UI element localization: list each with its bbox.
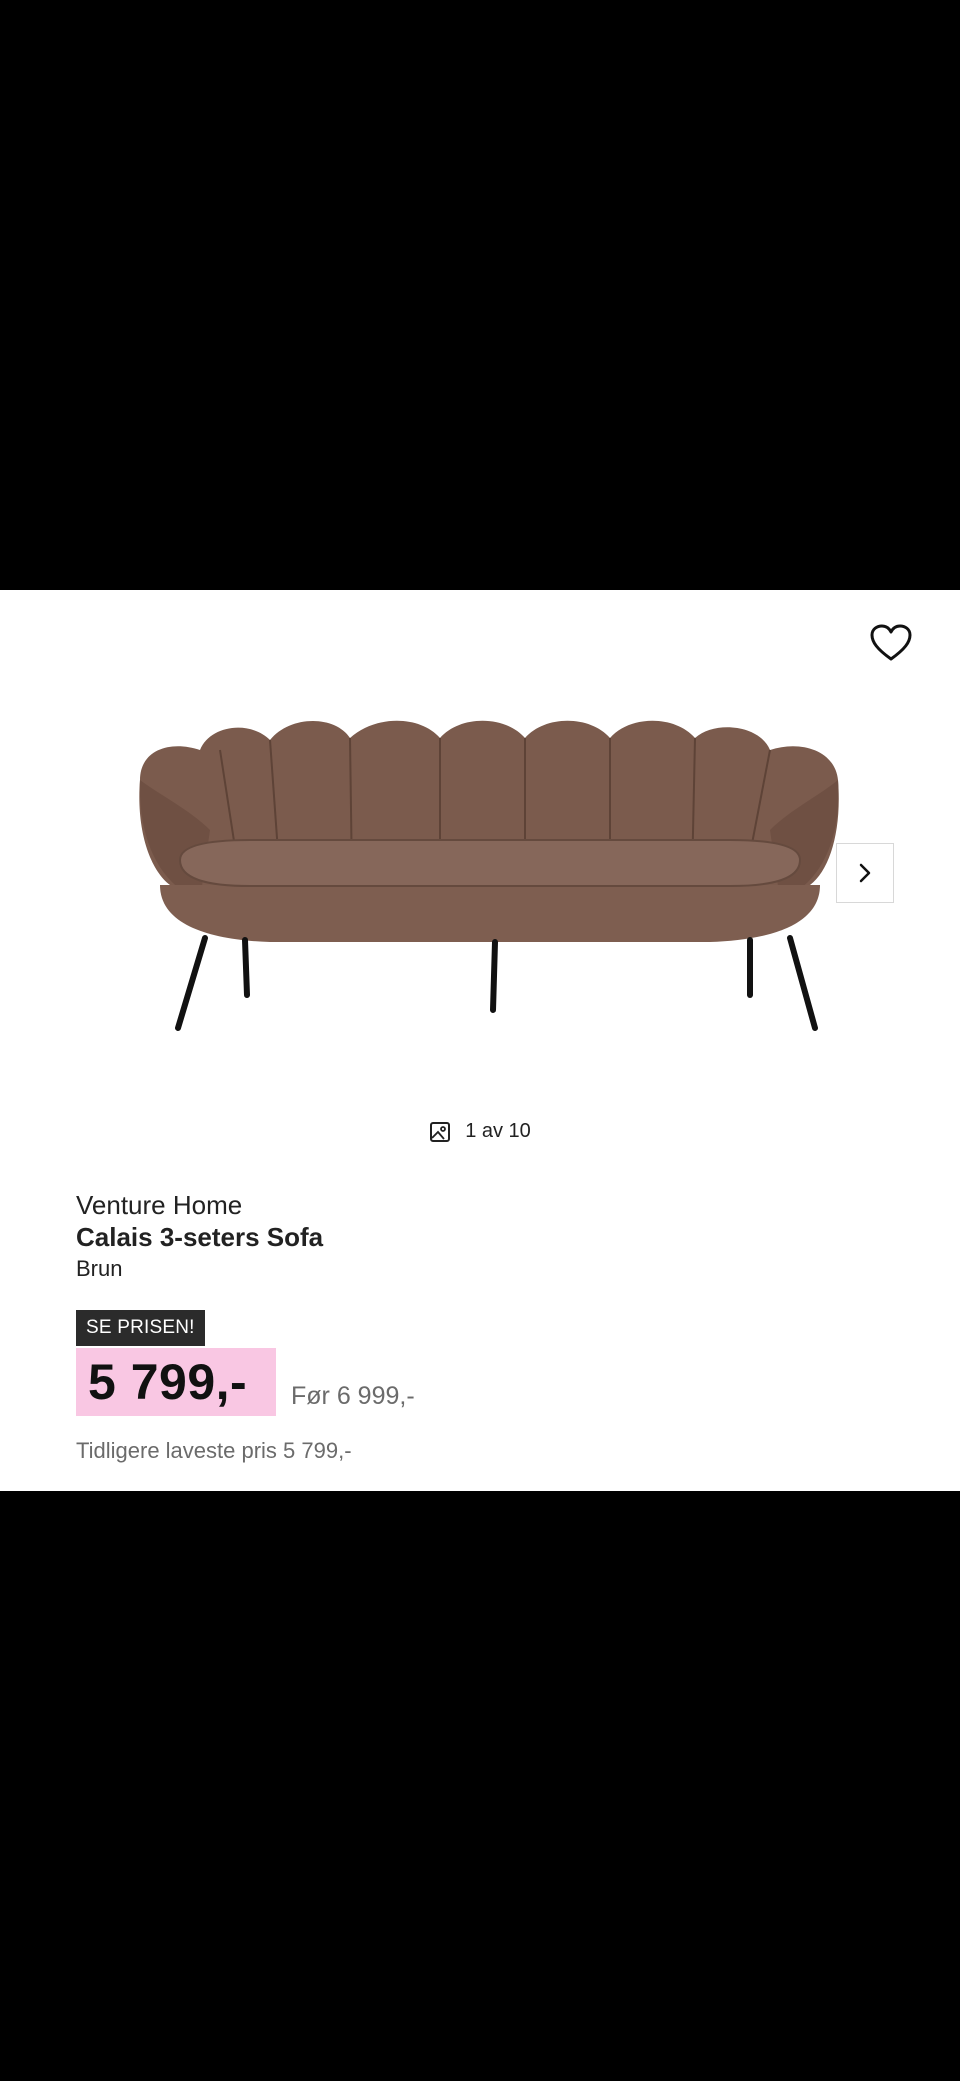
product-variant: Brun [76,1256,123,1281]
favorite-button[interactable] [866,618,916,668]
before-price: Før 6 999,- [291,1382,415,1410]
next-image-button[interactable] [836,843,894,903]
price-badge: SE PRISEN! [76,1310,205,1346]
product-card: 1 av 10 Venture Home Calais 3-seters Sof… [0,590,960,1491]
product-image[interactable] [120,710,860,1040]
current-price: 5 799,- [76,1348,276,1416]
image-icon [430,1121,451,1142]
gallery-counter: 1 av 10 [0,1120,960,1143]
lowest-price-note: Tidligere laveste pris 5 799,- [76,1438,352,1463]
black-bottom-area [0,1491,960,2081]
product-title[interactable]: Calais 3-seters Sofa [76,1222,323,1253]
black-top-area [0,0,960,590]
product-brand[interactable]: Venture Home [76,1190,242,1221]
heart-icon [870,624,912,661]
gallery-counter-text: 1 av 10 [465,1120,531,1142]
chevron-right-icon [859,863,871,883]
